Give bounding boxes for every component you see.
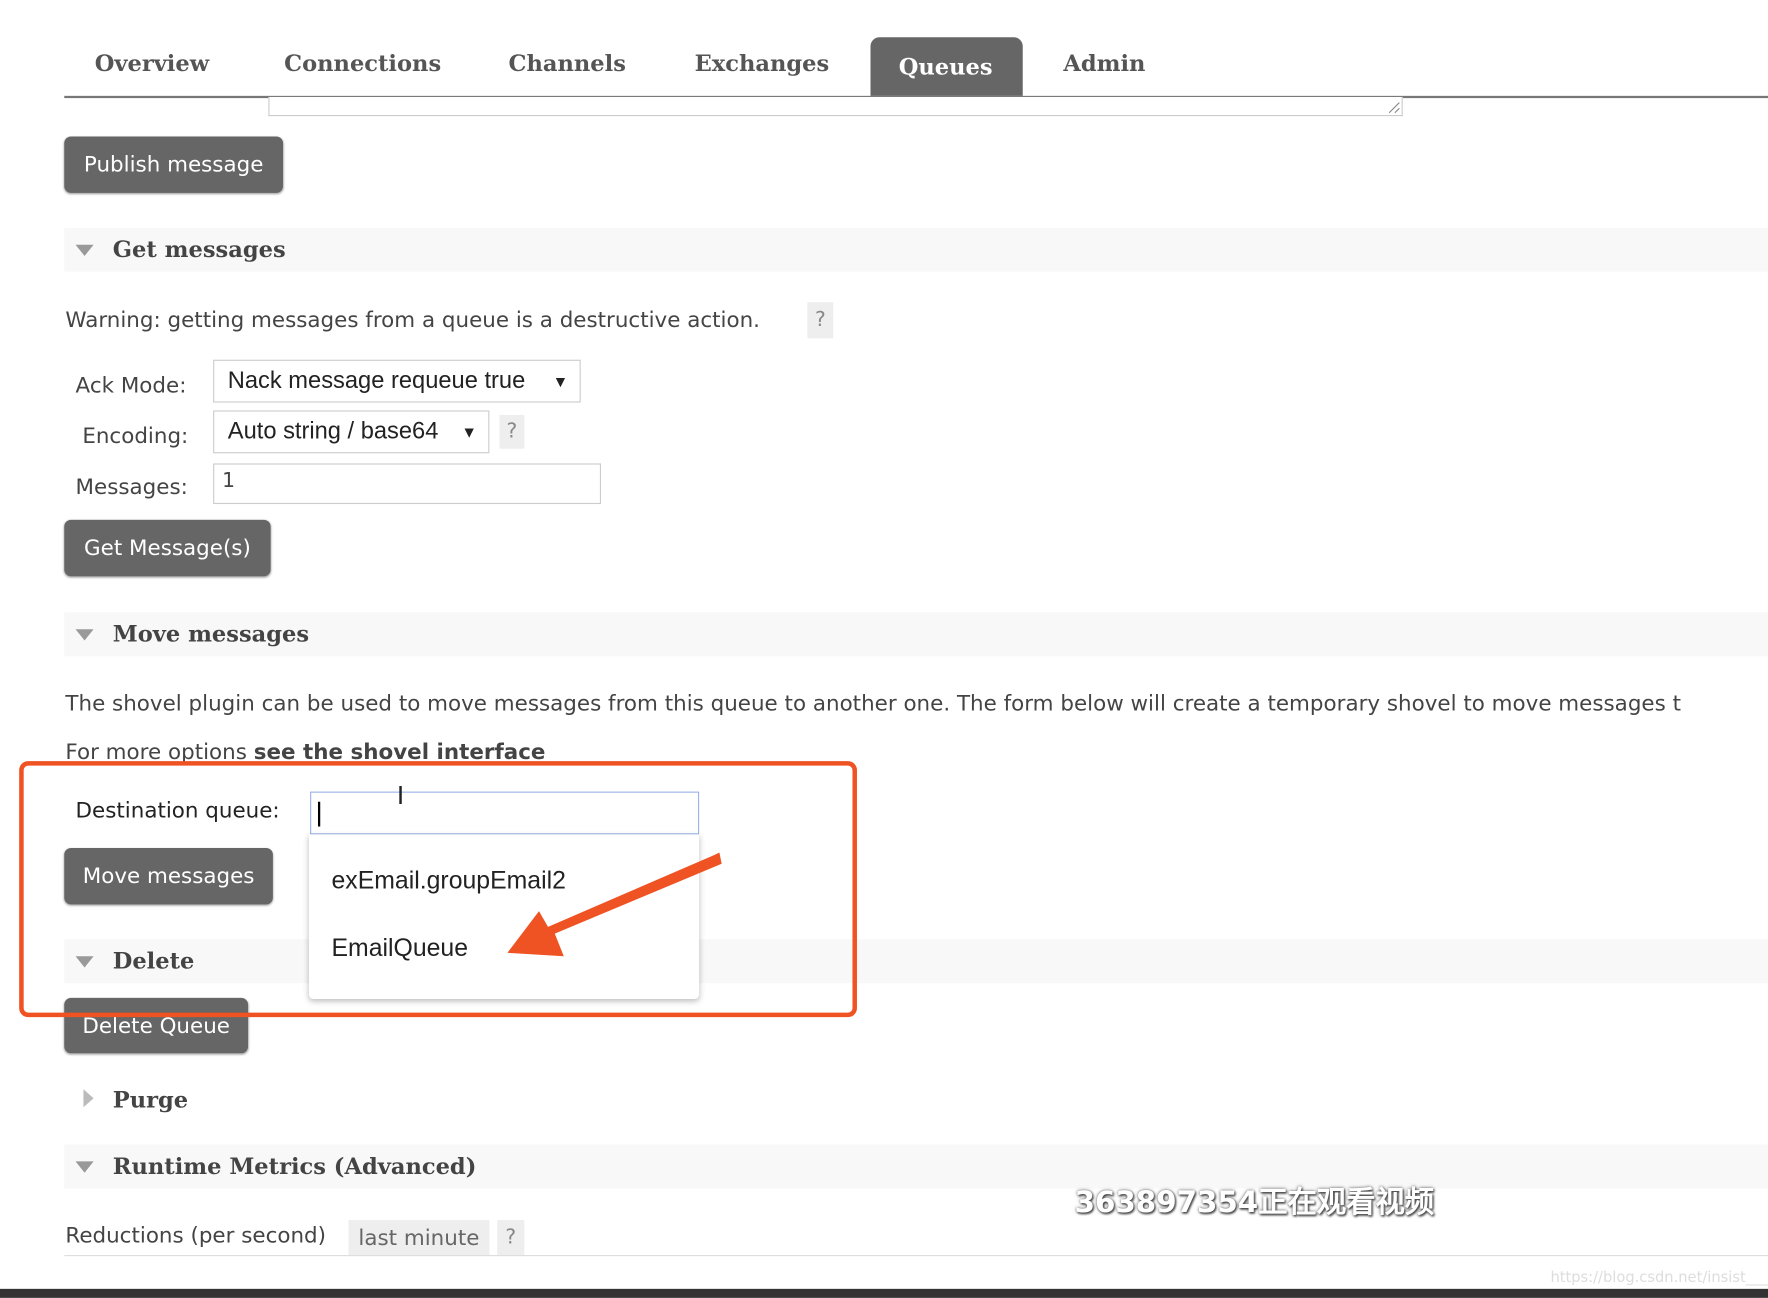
divider — [64, 1255, 1768, 1257]
tab-channels[interactable]: Channels — [509, 50, 626, 77]
reductions-label: Reductions (per second) — [65, 1223, 326, 1249]
tab-admin[interactable]: Admin — [1063, 50, 1145, 77]
collapsed-triangle-icon — [83, 1089, 94, 1108]
warning-text: Warning: getting messages from a queue i… — [65, 307, 760, 333]
section-title: Get messages — [112, 235, 286, 263]
messages-label: Messages: — [75, 474, 188, 500]
publish-message-button[interactable]: Publish message — [64, 136, 284, 193]
dropdown-arrow-icon: ▼ — [461, 422, 477, 441]
ack-mode-label: Ack Mode: — [75, 373, 187, 399]
site-watermark: https://blog.csdn.net/insist___ — [1550, 1269, 1768, 1287]
get-messages-header[interactable]: Get messages — [64, 227, 1768, 272]
section-title: Move messages — [112, 620, 310, 648]
encoding-value: Auto string / base64 — [227, 418, 439, 445]
annotation-arrow-icon — [507, 852, 722, 957]
encoding-help-button[interactable]: ? — [499, 414, 525, 449]
bottom-bar — [0, 1288, 1768, 1298]
tab-overview[interactable]: Overview — [95, 50, 209, 77]
messages-count-input[interactable]: 1 — [213, 463, 602, 505]
payload-textarea[interactable] — [268, 96, 1403, 117]
runtime-metrics-header[interactable]: Runtime Metrics (Advanced) — [64, 1144, 1768, 1189]
tab-connections[interactable]: Connections — [284, 50, 441, 77]
encoding-select[interactable]: Auto string / base64 ▼ — [213, 410, 490, 454]
tab-queues[interactable]: Queues — [870, 37, 1023, 96]
ack-mode-value: Nack message requeue true — [227, 367, 526, 394]
expanded-triangle-icon — [75, 629, 94, 641]
shovel-description: The shovel plugin can be used to move me… — [65, 691, 1681, 717]
encoding-label: Encoding: — [82, 423, 189, 449]
expanded-triangle-icon — [75, 244, 94, 256]
dropdown-arrow-icon: ▼ — [552, 372, 569, 391]
help-button[interactable]: ? — [807, 302, 834, 339]
section-title: Runtime Metrics (Advanced) — [112, 1152, 477, 1180]
reductions-help-button[interactable]: ? — [497, 1220, 525, 1257]
tab-exchanges[interactable]: Exchanges — [695, 50, 830, 77]
viewer-watermark: 363897354正在观看视频 — [1074, 1186, 1435, 1221]
resize-grip-icon[interactable] — [1387, 100, 1401, 114]
purge-header[interactable]: Purge — [64, 1077, 402, 1122]
expanded-triangle-icon — [75, 1161, 94, 1173]
section-title: Purge — [112, 1085, 189, 1113]
ack-mode-select[interactable]: Nack message requeue true ▼ — [213, 359, 581, 403]
time-range-button[interactable]: last minute — [348, 1220, 490, 1257]
move-messages-header[interactable]: Move messages — [64, 612, 1768, 657]
page: Overview Connections Channels Exchanges … — [0, 0, 1768, 1298]
get-messages-button[interactable]: Get Message(s) — [64, 519, 271, 577]
